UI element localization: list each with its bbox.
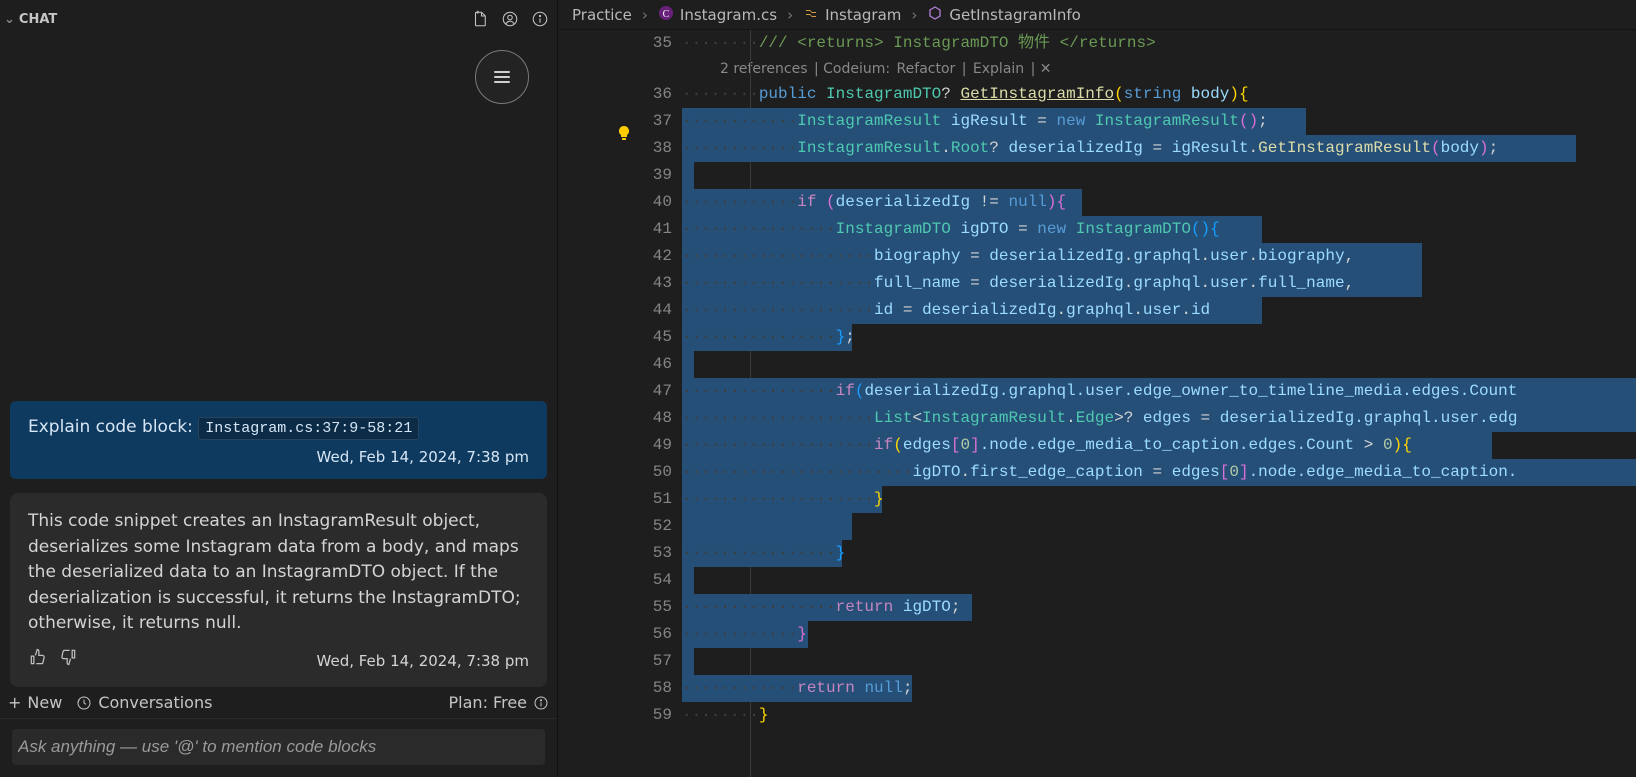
chat-body: Explain code block: Instagram.cs:37:9-58… xyxy=(0,36,557,687)
class-icon xyxy=(803,5,819,25)
code-content[interactable]: ········/// <returns> InstagramDTO 物件 </… xyxy=(682,30,1636,777)
svg-text:C: C xyxy=(663,9,670,20)
chat-input-wrap xyxy=(0,718,557,777)
breadcrumb-file[interactable]: C Instagram.cs xyxy=(658,5,777,25)
new-file-icon[interactable] xyxy=(469,8,491,30)
codelens-explain[interactable]: Explain xyxy=(973,61,1024,77)
chat-panel: ⌄ CHAT Explain code block: Instagram.cs:… xyxy=(0,0,558,777)
chat-header: ⌄ CHAT xyxy=(0,0,557,36)
method-icon xyxy=(927,5,943,25)
chevron-down-icon: ⌄ xyxy=(4,12,15,27)
breadcrumb-folder[interactable]: Practice xyxy=(572,6,632,24)
thumbs-down-icon[interactable] xyxy=(58,647,78,676)
conversations-button[interactable]: Conversations xyxy=(76,693,212,712)
code-location-chip[interactable]: Instagram.cs:37:9-58:21 xyxy=(198,417,419,440)
chat-header-actions xyxy=(469,8,551,30)
history-icon xyxy=(76,695,92,711)
assistant-message-timestamp: Wed, Feb 14, 2024, 7:38 pm xyxy=(317,650,529,673)
breadcrumb-class[interactable]: Instagram xyxy=(803,5,901,25)
info-icon xyxy=(533,695,549,711)
new-chat-button[interactable]: + New xyxy=(8,693,62,712)
account-icon[interactable] xyxy=(499,8,521,30)
lightbulb-icon[interactable] xyxy=(616,125,632,145)
user-message: Explain code block: Instagram.cs:37:9-58… xyxy=(10,401,547,480)
editor-pane: Practice › C Instagram.cs › Instagram › … xyxy=(558,0,1636,777)
assistant-message: This code snippet creates an InstagramRe… xyxy=(10,493,547,687)
csharp-file-icon: C xyxy=(658,5,674,25)
plan-info[interactable]: Plan: Free xyxy=(449,693,549,712)
codelens-refactor[interactable]: Refactor xyxy=(897,61,956,77)
codelens-close-icon[interactable]: ✕ xyxy=(1040,61,1052,77)
user-message-text: Explain code block: xyxy=(28,417,193,437)
breadcrumb: Practice › C Instagram.cs › Instagram › … xyxy=(558,0,1636,30)
menu-button[interactable] xyxy=(475,50,529,104)
plus-icon: + xyxy=(8,693,21,712)
breadcrumb-method[interactable]: GetInstagramInfo xyxy=(927,5,1080,25)
chat-input[interactable] xyxy=(12,729,545,765)
line-numbers: 35 36 37 38 39 40 41 42 43 44 45 46 47 4… xyxy=(638,30,682,777)
message-reactions-row: Wed, Feb 14, 2024, 7:38 pm xyxy=(28,647,529,676)
chat-footer: + New Conversations Plan: Free xyxy=(0,687,557,718)
info-icon[interactable] xyxy=(529,8,551,30)
chat-header-title-row[interactable]: ⌄ CHAT xyxy=(4,12,57,27)
chat-header-label: CHAT xyxy=(19,12,57,27)
codelens-row: 2 references | Codeium: Refactor | Expla… xyxy=(682,57,1636,81)
codelens-references[interactable]: 2 references xyxy=(720,61,808,77)
code-area[interactable]: 35 36 37 38 39 40 41 42 43 44 45 46 47 4… xyxy=(558,30,1636,777)
thumbs-up-icon[interactable] xyxy=(28,647,48,676)
assistant-message-text: This code snippet creates an InstagramRe… xyxy=(28,509,529,637)
glyph-margin xyxy=(558,30,638,777)
user-message-timestamp: Wed, Feb 14, 2024, 7:38 pm xyxy=(28,447,529,469)
